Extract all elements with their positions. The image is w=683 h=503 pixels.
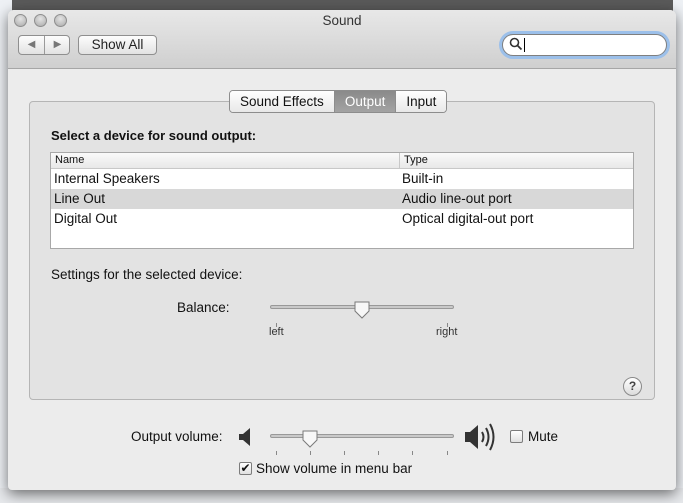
device-name: Internal Speakers xyxy=(54,171,160,186)
mute-label: Mute xyxy=(528,429,559,444)
back-forward-control: ◀ ▶ xyxy=(18,35,70,55)
text-caret xyxy=(524,38,525,52)
balance-label: Balance: xyxy=(177,300,230,315)
balance-slider-thumb[interactable] xyxy=(354,301,370,319)
device-name: Digital Out xyxy=(54,211,118,226)
window-toolbar: Sound ◀ ▶ Show All xyxy=(8,10,676,69)
device-type: Audio line-out port xyxy=(402,191,512,206)
device-list-heading: Select a device for sound output: xyxy=(51,128,257,143)
column-header-type[interactable]: Type xyxy=(399,153,428,168)
sound-preferences-window: Sound ◀ ▶ Show All Sound Effects Output … xyxy=(8,10,676,490)
tab-sound-effects[interactable]: Sound Effects xyxy=(230,91,335,112)
volume-tick xyxy=(378,451,379,455)
volume-slider-thumb[interactable] xyxy=(302,430,318,448)
background-window-bottom xyxy=(0,488,683,503)
chevron-left-icon: ◀ xyxy=(27,39,36,50)
table-header: Name Type xyxy=(51,153,633,169)
output-volume-label: Output volume: xyxy=(131,429,223,444)
show-volume-menu-bar-checkbox[interactable]: ✔ xyxy=(239,462,252,475)
volume-tick xyxy=(344,451,345,455)
tab-bar: Sound Effects Output Input xyxy=(229,90,448,113)
search-input[interactable] xyxy=(502,34,667,56)
show-volume-menu-bar-label: Show volume in menu bar xyxy=(256,461,413,476)
checkmark-icon: ✔ xyxy=(240,461,251,475)
tab-input[interactable]: Input xyxy=(396,91,447,112)
output-device-table[interactable]: Name Type Internal Speakers Built-in Lin… xyxy=(50,152,634,249)
balance-right-label: right xyxy=(436,326,458,338)
volume-tick xyxy=(447,451,448,455)
mute-checkbox[interactable] xyxy=(510,430,523,443)
chevron-right-icon: ▶ xyxy=(53,39,62,50)
back-button[interactable]: ◀ xyxy=(19,36,45,54)
device-name: Line Out xyxy=(54,191,106,206)
device-type: Optical digital-out port xyxy=(402,211,534,226)
device-type: Built-in xyxy=(402,171,444,186)
tab-output[interactable]: Output xyxy=(334,91,397,112)
speaker-low-icon xyxy=(239,428,250,446)
table-row[interactable]: Digital Out Optical digital-out port xyxy=(51,209,633,229)
forward-button[interactable]: ▶ xyxy=(45,36,70,54)
balance-left-label: left xyxy=(269,326,284,338)
speaker-high-icon xyxy=(465,423,495,451)
show-all-button[interactable]: Show All xyxy=(78,35,157,55)
volume-tick xyxy=(412,451,413,455)
volume-tick xyxy=(276,451,277,455)
table-row-selected[interactable]: Line Out Audio line-out port xyxy=(51,189,633,209)
output-panel xyxy=(29,101,655,400)
table-row[interactable]: Internal Speakers Built-in xyxy=(51,169,633,189)
device-settings-heading: Settings for the selected device: xyxy=(51,267,243,282)
volume-slider-track[interactable] xyxy=(270,434,454,438)
volume-tick xyxy=(310,451,311,455)
search-icon xyxy=(509,37,523,51)
window-title: Sound xyxy=(322,13,362,28)
column-header-name[interactable]: Name xyxy=(55,154,84,166)
help-button[interactable]: ? xyxy=(623,377,642,396)
